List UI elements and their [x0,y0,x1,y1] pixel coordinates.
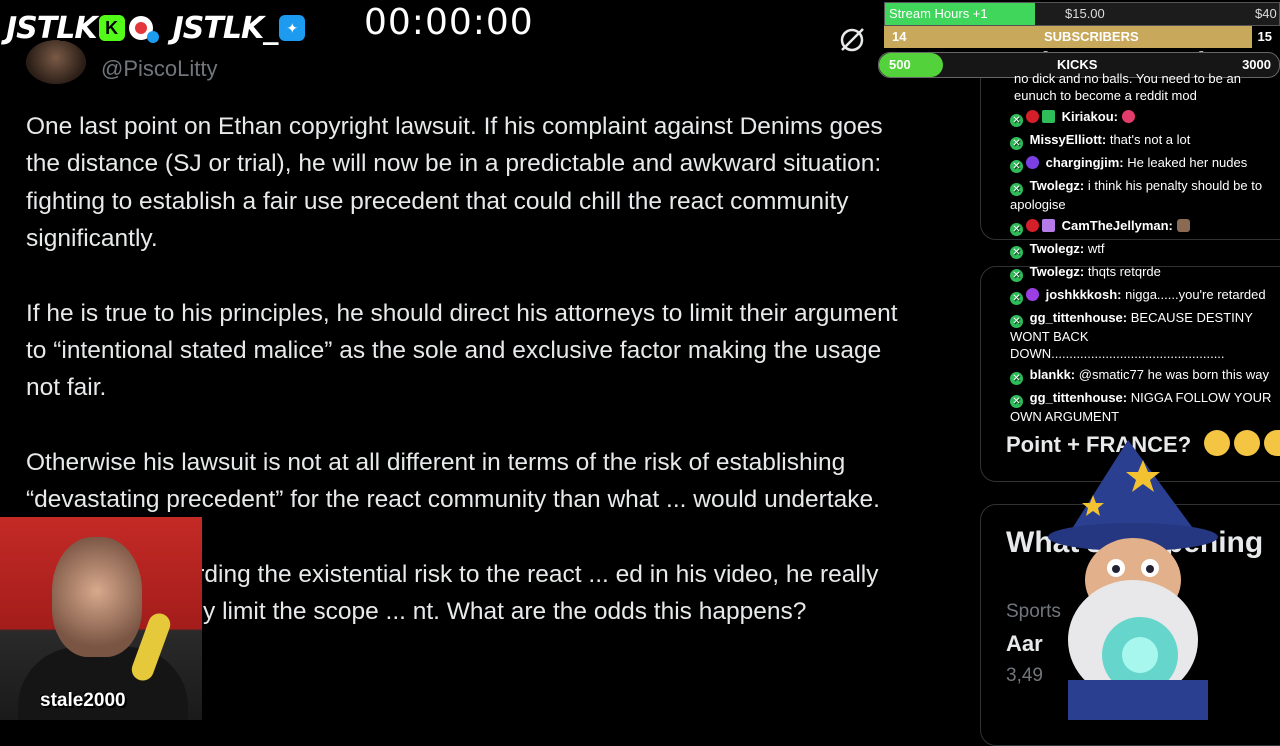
chat-feed: no dick and no balls. You need to be an … [1010,70,1278,429]
moderator-badge-icon: ✕ [1010,315,1023,328]
chat-text: wtf [1087,241,1105,256]
subs-label: SUBSCRIBERS [1044,29,1139,44]
moderator-badge-icon: ✕ [1010,114,1023,127]
subs-current: 14 [892,29,907,44]
chat-username[interactable]: gg_tittenhouse: [1030,310,1128,325]
chat-message: ✕ blankk: @smatic77 he was born this way [1010,366,1278,385]
red-badge-icon [1026,110,1039,123]
wizard-mascot [1048,440,1218,720]
moderator-badge-icon: ✕ [1010,246,1023,259]
twitter-bird-icon: ✦ [279,15,306,41]
webcam-username: stale2000 [40,690,126,711]
chat-username[interactable]: Twolegz: [1030,241,1085,256]
lips-emote-icon [1121,110,1135,123]
chat-message: ✕ gg_tittenhouse: NIGGA FOLLOW YOUR OWN … [1010,389,1278,425]
kick-icon: K [98,15,125,41]
stream-hours-label: Stream Hours +1 [889,6,988,21]
stream-logos: JSTLK K JSTLK_ ✦ [6,8,306,48]
chat-username[interactable]: joshkkkosh: [1046,287,1122,302]
moderator-badge-icon: ✕ [1010,137,1023,150]
chat-message: ✕ Twolegz: thqts retqrde [1010,263,1278,282]
chat-username[interactable]: Twolegz: [1030,178,1085,193]
chat-username[interactable]: gg_tittenhouse: [1030,390,1128,405]
kicks-current: 500 [889,57,911,72]
trend-title[interactable]: Aar [1006,631,1043,657]
moderator-badge-icon: ✕ [1010,183,1023,196]
jstlk-twitter-logo: JSTLK_ [172,10,279,46]
gift-badge-icon [1042,110,1055,123]
purple-badge-icon [1026,288,1039,301]
face-emote-icon [1176,219,1190,232]
purple-badge-icon [1026,156,1039,169]
gift-badge-icon [1042,219,1055,232]
chat-message: ✕ Twolegz: wtf [1010,240,1278,259]
chat-message: ✕ chargingjim: He leaked her nudes [1010,154,1278,173]
subs-target: 15 [1257,29,1272,44]
chat-username[interactable]: MissyElliott: [1030,132,1107,147]
chat-username[interactable]: Kiriakou: [1062,109,1118,124]
moderator-badge-icon: ✕ [1010,160,1023,173]
stream-hours-goal: Stream Hours +1 $15.00 $40 [884,2,1280,26]
webcam-person-face [52,537,142,657]
chat-message: ✕ Twolegz: i think his penalty should be… [1010,177,1278,213]
moderator-badge-icon: ✕ [1010,223,1023,236]
chat-message: no dick and no balls. You need to be an … [1014,70,1278,104]
chat-message: ✕ MissyElliott: that's not a lot [1010,131,1278,150]
goal-amount-mid: $15.00 [1065,6,1105,21]
grok-icon[interactable] [838,26,866,54]
chat-text: nigga......you're retarded [1125,287,1266,302]
chat-username[interactable]: Twolegz: [1030,264,1085,279]
jstlk-logo: JSTLK [6,10,98,46]
chat-text: that's not a lot [1109,132,1191,147]
chat-username[interactable]: CamTheJellyman: [1062,218,1173,233]
red-badge-icon [1026,219,1039,232]
stream-timer: 00:00:00 [364,2,534,43]
chat-message: ✕ joshkkkosh: nigga......you're retarded [1010,286,1278,305]
moderator-badge-icon: ✕ [1010,292,1023,305]
moderator-badge-icon: ✕ [1010,269,1023,282]
chat-message: ✕ gg_tittenhouse: BECAUSE DESTINY WONT B… [1010,309,1278,362]
tweet-paragraph-2: If he is true to his principles, he shou… [26,299,898,402]
moderator-badge-icon: ✕ [1010,372,1023,385]
tweet-paragraph-1: One last point on Ethan copyright lawsui… [26,113,883,253]
chat-text: He leaked her nudes [1127,155,1248,170]
chat-username[interactable]: blankk: [1030,367,1076,382]
moderator-badge-icon: ✕ [1010,395,1023,408]
subscribers-goal: 14 SUBSCRIBERS 15 [884,26,1278,48]
chat-text: @smatic77 he was born this way [1078,367,1269,382]
goal-amount-end: $40 [1255,6,1277,21]
chat-message: ✕ Kiriakou: [1010,108,1278,127]
tweet-paragraph-3: Otherwise his lawsuit is not at all diff… [26,448,880,514]
verified-icon [146,31,159,43]
chat-text: no dick and no balls. You need to be an … [1014,71,1241,103]
chat-username[interactable]: chargingjim: [1046,155,1124,170]
author-handle[interactable]: @PiscoLitty [101,56,217,82]
trend-post-count: 3,49 [1006,665,1043,686]
chat-text: thqts retqrde [1087,264,1161,279]
chat-message: ✕ CamTheJellyman: [1010,217,1278,236]
